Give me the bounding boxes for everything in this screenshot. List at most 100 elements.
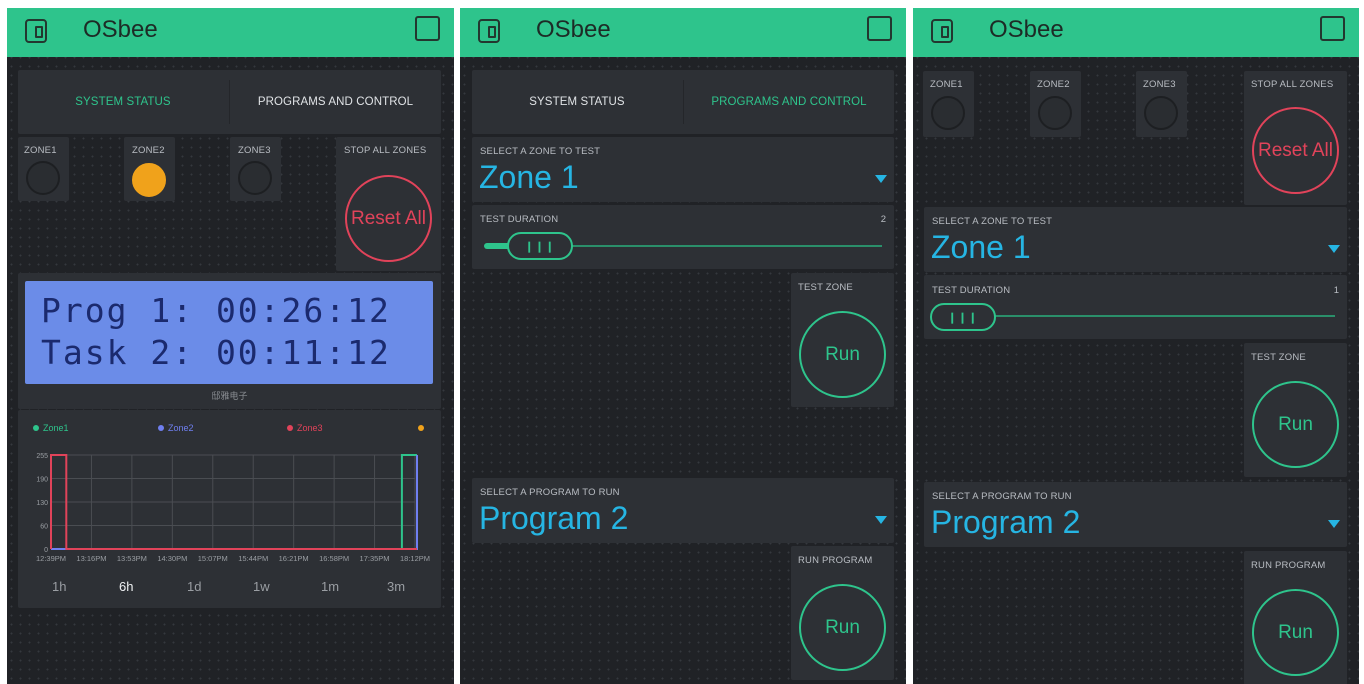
x-tick-label: 13:16PM [76,554,106,563]
test-duration-label: TEST DURATION [932,285,1011,296]
x-tick-label: 16:21PM [279,554,309,563]
legend-dot-2 [158,425,164,431]
control-screen: OSbee SYSTEM STATUS PROGRAMS AND CONTROL… [460,8,906,684]
reset-all-button[interactable]: Reset All [1252,107,1339,194]
zone1-led-widget: ZONE1 [923,71,974,137]
x-tick-label: 17:35PM [360,554,390,563]
run-program-widget: RUN PROGRAM Run [1244,551,1347,684]
zone1-label: ZONE1 [24,145,57,156]
zone-select-caret-icon[interactable] [1328,245,1340,253]
history-graph-widget: Zone1 Zone2 Zone3 255 190 130 60 0 12:39PM 13:1… [18,410,441,608]
legend-dot-3 [287,425,293,431]
chart-x-axis: 12:39PM 13:16PM 13:53PM 14:30PM 15:07PM 15:44… [36,554,430,563]
stop-all-label: STOP ALL ZONES [344,145,427,156]
test-duration-widget: TEST DURATION 1 ❙❙❙ [924,275,1347,339]
program-select-value[interactable]: Program 2 [931,504,1080,541]
zone-select-label: SELECT A ZONE TO TEST [480,146,601,157]
range-3m[interactable]: 3m [387,579,405,594]
zone1-led-widget: ZONE1 [18,137,69,201]
program-select-caret-icon[interactable] [1328,520,1340,528]
zone3-label: ZONE3 [1143,79,1176,90]
x-tick-label: 15:07PM [198,554,228,563]
zone2-led [132,163,166,197]
tab-system-status[interactable]: SYSTEM STATUS [472,70,682,134]
zone-select-caret-icon[interactable] [875,175,887,183]
menu-square-icon[interactable] [1320,16,1345,41]
range-1w[interactable]: 1w [253,579,270,594]
test-duration-label: TEST DURATION [480,214,559,225]
x-tick-label: 14:30PM [157,554,187,563]
test-duration-slider-handle[interactable]: ❙❙❙ [507,232,573,260]
app-bar: OSbee [460,8,906,57]
y-tick-label: 255 [36,453,48,460]
x-tick-label: 13:53PM [117,554,147,563]
legend-dot-4 [418,425,424,431]
combined-screen: OSbee ZONE1 ZONE2 ZONE3 STOP ALL ZONES R… [913,8,1359,684]
test-zone-widget: TEST ZONE Run [791,273,894,407]
stop-all-label: STOP ALL ZONES [1251,79,1334,90]
test-zone-label: TEST ZONE [798,282,853,293]
tab-system-status[interactable]: SYSTEM STATUS [18,70,228,134]
range-1m[interactable]: 1m [321,579,339,594]
x-tick-label: 16:58PM [319,554,349,563]
zone1-led [26,161,60,195]
menu-square-icon[interactable] [867,16,892,41]
program-select-value[interactable]: Program 2 [479,500,628,537]
y-tick-label: 130 [36,500,48,507]
run-program-button[interactable]: Run [799,584,886,671]
test-zone-label: TEST ZONE [1251,352,1306,363]
zone3-led-widget: ZONE3 [230,137,281,201]
zone-select-widget[interactable]: SELECT A ZONE TO TEST Zone 1 [472,137,894,202]
tab-bar: SYSTEM STATUS PROGRAMS AND CONTROL [472,70,894,134]
device-icon[interactable] [25,19,47,43]
device-icon[interactable] [478,19,500,43]
x-tick-label: 15:44PM [238,554,268,563]
lcd-line-1: Prog 1: 00:26:12 [41,291,391,330]
device-icon[interactable] [931,19,953,43]
history-chart: Zone1 Zone2 Zone3 255 190 130 60 0 12:39PM 13:1… [33,423,430,563]
chart-legend: Zone1 Zone2 Zone3 [33,423,424,433]
tab-programs-and-control[interactable]: PROGRAMS AND CONTROL [230,70,441,134]
y-tick-label: 0 [44,547,48,554]
run-program-widget: RUN PROGRAM Run [791,546,894,680]
zone2-label: ZONE2 [132,145,165,156]
tab-programs-and-control[interactable]: PROGRAMS AND CONTROL [684,70,894,134]
tab-bar: SYSTEM STATUS PROGRAMS AND CONTROL [18,70,441,134]
lcd-caption: 邸雅电子 [211,391,248,401]
stop-all-widget: STOP ALL ZONES Reset All [1244,71,1347,205]
chart-grid [50,454,416,550]
zone2-led-widget: ZONE2 [1030,71,1081,137]
test-zone-run-button[interactable]: Run [1252,381,1339,468]
zone3-led [238,161,272,195]
lcd-screen: Prog 1: 00:26:12 Task 2: 00:11:12 [25,281,433,384]
menu-square-icon[interactable] [415,16,440,41]
program-select-widget[interactable]: SELECT A PROGRAM TO RUN Program 2 [472,478,894,543]
test-zone-run-button[interactable]: Run [799,311,886,398]
zone3-led [1144,96,1178,130]
range-1d[interactable]: 1d [187,579,201,594]
run-program-button[interactable]: Run [1252,589,1339,676]
zone2-led [1038,96,1072,130]
reset-all-button[interactable]: Reset All [345,175,432,262]
range-6h[interactable]: 6h [119,579,133,594]
legend-dot-1 [33,425,39,431]
test-duration-widget: TEST DURATION 2 ❙❙❙ [472,205,894,269]
x-tick-label: 18:12PM [400,554,430,563]
zone-select-widget[interactable]: SELECT A ZONE TO TEST Zone 1 [924,207,1347,272]
range-1h[interactable]: 1h [52,579,66,594]
test-duration-slider-handle[interactable]: ❙❙❙ [930,303,996,331]
test-duration-value: 2 [880,214,886,225]
zone-select-label: SELECT A ZONE TO TEST [932,216,1053,227]
zone-select-value[interactable]: Zone 1 [479,159,579,196]
test-duration-value: 1 [1333,285,1339,296]
program-select-widget[interactable]: SELECT A PROGRAM TO RUN Program 2 [924,482,1347,547]
status-screen: OSbee SYSTEM STATUS PROGRAMS AND CONTROL… [7,8,454,684]
app-title: OSbee [536,16,611,43]
y-tick-label: 190 [36,477,48,484]
program-select-caret-icon[interactable] [875,516,887,524]
chart-y-axis: 255 190 130 60 0 [36,453,48,554]
zone-select-value[interactable]: Zone 1 [931,229,1031,266]
legend-label-1: Zone1 [43,423,69,433]
zone1-led [931,96,965,130]
run-program-label: RUN PROGRAM [1251,560,1326,571]
